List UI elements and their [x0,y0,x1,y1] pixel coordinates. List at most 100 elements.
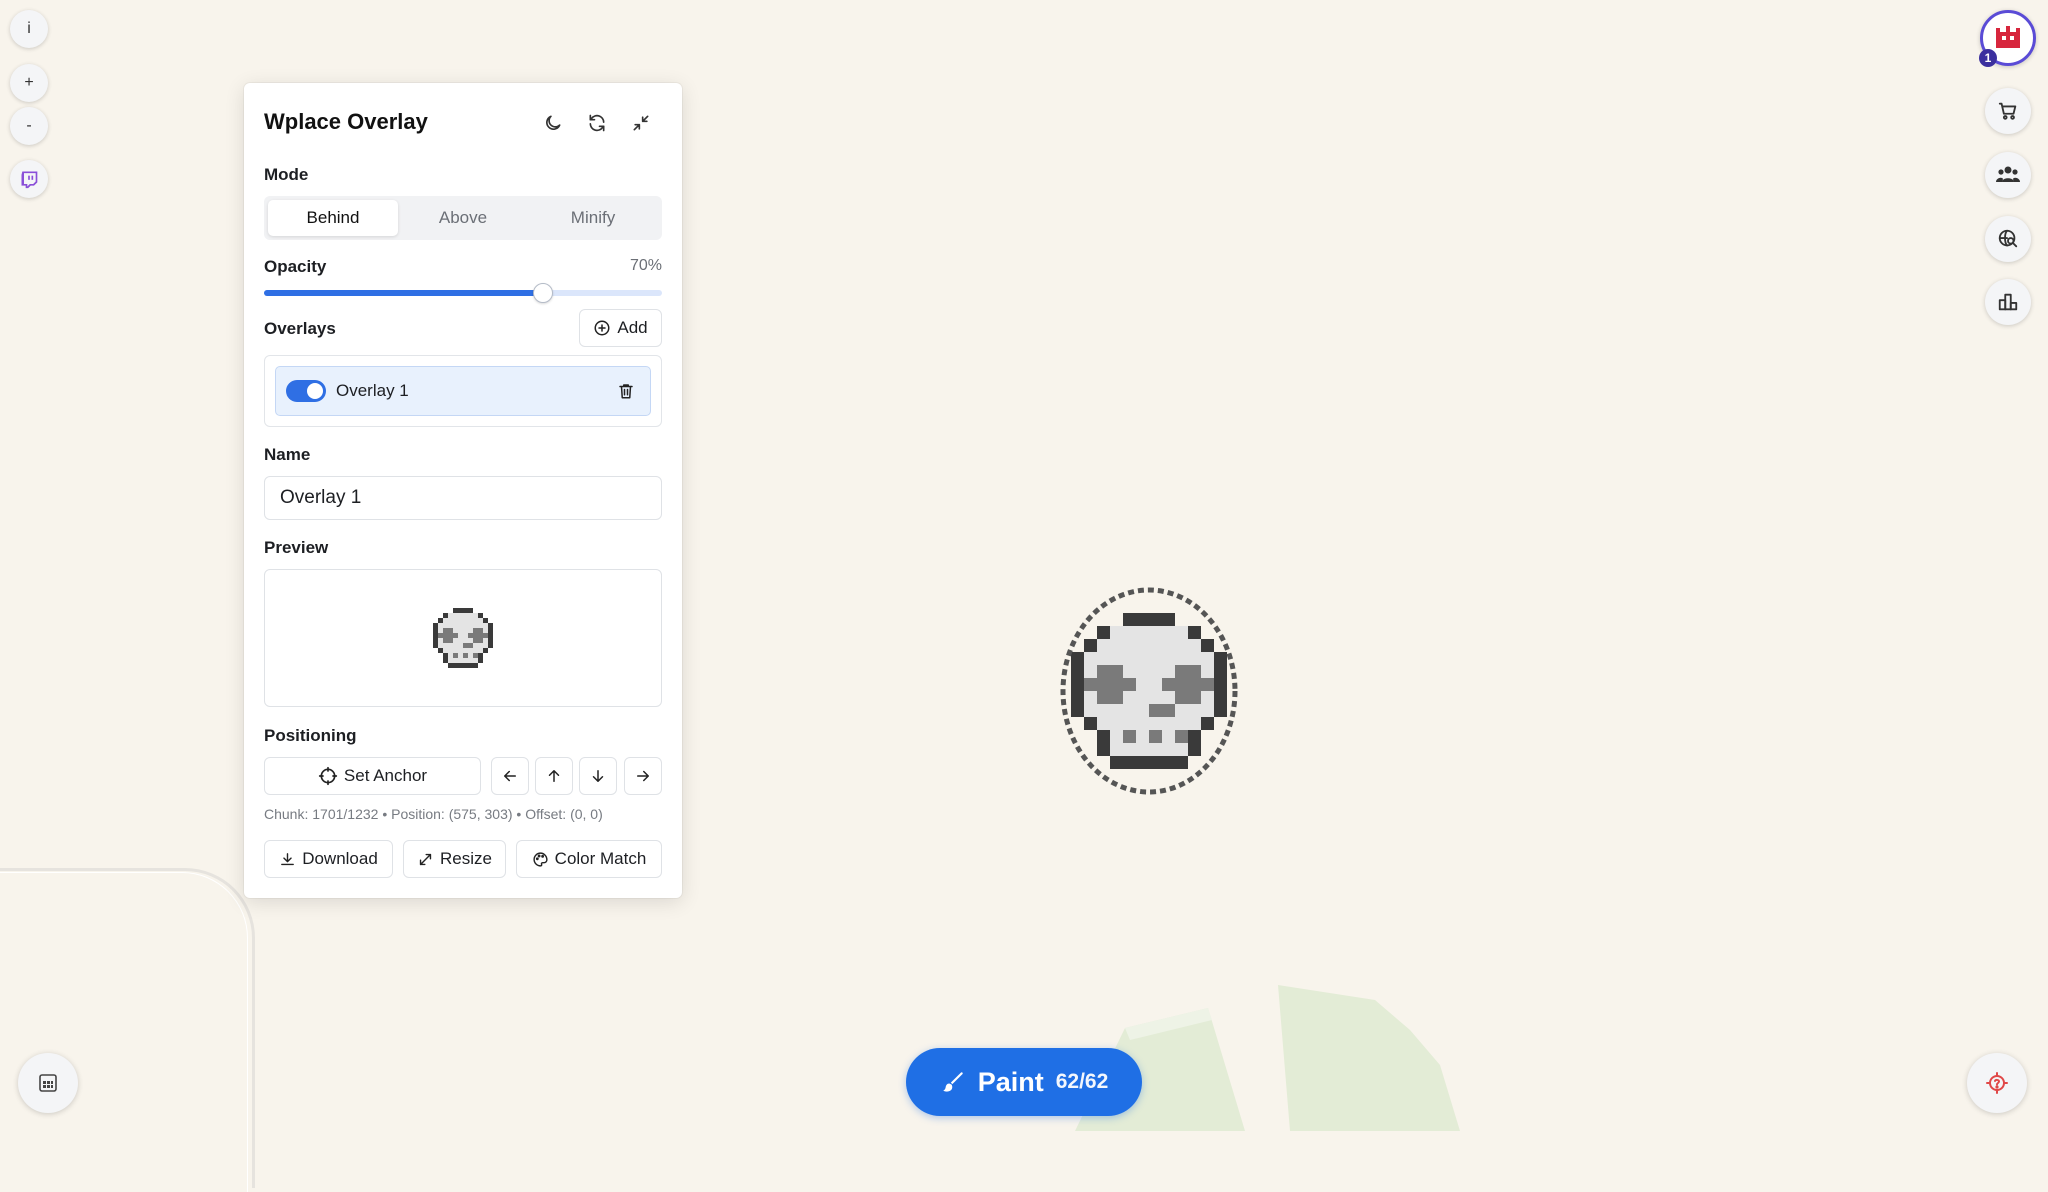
position-info: Chunk: 1701/1232 • Position: (575, 303) … [264,806,603,822]
twitch-button[interactable] [10,160,48,198]
skull-pixel [473,613,478,618]
skull-pixel [1175,704,1188,717]
skull-pixel [1188,639,1201,652]
map-road-edge [0,872,248,1192]
delete-overlay-button[interactable] [614,379,638,403]
skull-pixel [453,638,458,643]
mode-selector: Behind Above Minify [264,196,662,240]
overlay-enabled-toggle[interactable] [286,380,326,402]
skull-pixel [1136,743,1149,756]
skull-pixel [1123,743,1136,756]
overlay-list-item[interactable]: Overlay 1 [275,366,651,416]
skull-pixel [438,643,443,648]
skull-pixel [1162,756,1175,769]
avatar-pixel-icon [1996,26,2020,48]
skull-pixel [1175,756,1188,769]
skull-pixel [448,618,453,623]
skull-pixel [458,638,463,643]
skull-pixel [1097,639,1110,652]
mode-option-minify[interactable]: Minify [528,200,658,236]
overlays-label: Overlays [264,319,336,338]
skull-pixel [478,623,483,628]
skull-pixel [478,628,483,633]
color-match-button[interactable]: Color Match [516,840,662,878]
skull-pixel [488,643,493,648]
opacity-slider-thumb[interactable] [532,283,553,303]
skull-pixel [463,648,468,653]
skull-pixel [1149,691,1162,704]
opacity-slider[interactable] [264,283,662,303]
skull-pixel [463,663,468,668]
alliance-button[interactable] [1985,152,2031,198]
skull-pixel [453,653,458,658]
skull-pixel [483,618,488,623]
map-overlay-skull[interactable] [1058,585,1240,797]
skull-pixel [443,633,448,638]
refresh-button[interactable] [583,109,611,137]
skull-pixel [483,638,488,643]
move-up-button[interactable] [535,757,573,795]
set-anchor-button[interactable]: Set Anchor [264,757,481,795]
skull-pixel [1162,652,1175,665]
mode-option-above[interactable]: Above [398,200,528,236]
skull-pixel [1201,665,1214,678]
download-button[interactable]: Download [264,840,393,878]
skull-pixel [1188,652,1201,665]
twitch-icon [21,171,38,189]
skull-pixel [478,613,483,618]
skull-pixel [1071,652,1084,665]
theme-toggle-button[interactable] [539,109,567,137]
overlay-name-input[interactable] [264,476,662,520]
skull-pixel [443,628,448,633]
move-right-button[interactable] [624,757,662,795]
skull-pixel [438,628,443,633]
skull-pixel [473,653,478,658]
skull-pixel [448,638,453,643]
move-left-button[interactable] [491,757,529,795]
leaderboard-button[interactable] [1985,279,2031,325]
skull-pixel [1175,678,1188,691]
skull-pixel [1149,613,1162,626]
skull-pixel [1123,665,1136,678]
skull-pixel [473,648,478,653]
skull-pixel [448,648,453,653]
minimize-button[interactable] [627,109,655,137]
skull-pixel [1123,678,1136,691]
skull-pixel [1136,730,1149,743]
skull-pixel [1149,756,1162,769]
skull-pixel [478,648,483,653]
skull-pixel [448,623,453,628]
locate-button[interactable] [1967,1053,2027,1113]
skull-pixel [1201,678,1214,691]
move-down-button[interactable] [579,757,617,795]
info-icon: i [27,20,31,37]
skull-pixel [1188,704,1201,717]
skull-pixel [1136,652,1149,665]
skull-pixel [483,648,488,653]
info-button[interactable]: i [10,10,48,48]
skull-pixel [1123,626,1136,639]
mode-option-behind[interactable]: Behind [268,200,398,236]
add-overlay-button[interactable]: Add [579,309,662,347]
positioning-label: Positioning [264,726,357,745]
zoom-out-icon: - [26,117,32,134]
search-location-button[interactable] [1985,216,2031,262]
resize-button[interactable]: Resize [403,840,506,878]
skull-pixel [453,623,458,628]
paint-button[interactable]: Paint 62/62 [906,1048,1142,1116]
skull-pixel [463,623,468,628]
skull-pixel [1162,730,1175,743]
zoom-in-button[interactable]: + [10,64,48,102]
shop-button[interactable] [1985,88,2031,134]
skull-pixel [1110,639,1123,652]
palette-button[interactable] [18,1053,78,1113]
zoom-out-button[interactable]: - [10,107,48,145]
arrow-down-icon [592,770,604,782]
skull-pixel [448,613,453,618]
skull-pixel [473,658,478,663]
skull-pixel [1136,626,1149,639]
skull-pixel [463,613,468,618]
skull-pixel [1136,756,1149,769]
skull-pixel [443,638,448,643]
skull-pixel [468,623,473,628]
